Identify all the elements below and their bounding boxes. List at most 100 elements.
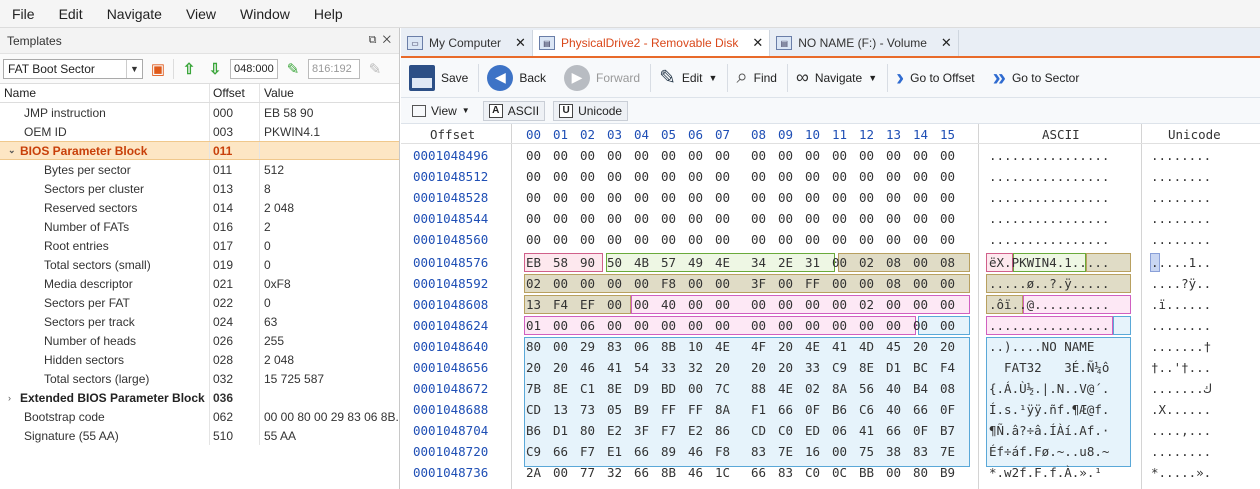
hex-byte[interactable]: CD — [751, 423, 766, 438]
hex-byte[interactable]: 00 — [913, 232, 928, 247]
hex-byte[interactable]: 83 — [751, 444, 766, 459]
template-row[interactable]: Root entries 017 0 — [0, 236, 399, 255]
row-offset[interactable]: 0001048704 — [413, 423, 488, 438]
hex-byte[interactable]: 06 — [580, 318, 595, 333]
hex-byte[interactable]: F7 — [661, 423, 676, 438]
hex-row[interactable]: 0001048528 00 00 00 00 00 00 00 00 00 00 00 00 00 00 00… — [401, 187, 1260, 208]
hex-byte[interactable]: 80 — [526, 339, 541, 354]
hex-byte[interactable]: F8 — [661, 276, 676, 291]
hex-byte[interactable]: 00 — [832, 297, 847, 312]
tab-my-computer[interactable]: ▭ My Computer ✕ — [401, 30, 533, 56]
ascii-text[interactable]: ..)....NO NAME — [989, 339, 1109, 354]
hex-byte[interactable]: 00 — [607, 190, 622, 205]
template-field-value[interactable]: 2 — [260, 217, 399, 236]
hex-byte[interactable]: 00 — [688, 318, 703, 333]
hex-byte[interactable]: 00 — [715, 190, 730, 205]
hex-byte[interactable]: 00 — [913, 169, 928, 184]
hex-byte[interactable]: 00 — [580, 211, 595, 226]
hex-byte[interactable]: 00 — [553, 211, 568, 226]
hex-row[interactable]: 0001048656 20 20 46 41 54 33 32 20 20 20 33 C9 8E D1 BC… — [401, 357, 1260, 378]
unicode-text[interactable]: .X...... — [1151, 402, 1211, 417]
hex-byte[interactable]: 00 — [607, 211, 622, 226]
hex-byte[interactable]: 1C — [715, 465, 730, 480]
hex-byte[interactable]: 73 — [580, 402, 595, 417]
hex-byte[interactable]: 00 — [553, 232, 568, 247]
hex-byte[interactable]: C9 — [526, 444, 541, 459]
hex-byte[interactable]: 00 — [805, 318, 820, 333]
template-field-value[interactable]: 0xF8 — [260, 274, 399, 293]
hex-byte[interactable]: 00 — [607, 148, 622, 163]
unicode-text[interactable]: ....?ÿ.. — [1151, 276, 1211, 291]
hex-byte[interactable]: 00 — [832, 190, 847, 205]
hex-byte[interactable]: 00 — [715, 148, 730, 163]
hex-byte[interactable]: F8 — [715, 444, 730, 459]
hex-byte[interactable]: 66 — [913, 402, 928, 417]
hex-byte[interactable]: EF — [580, 297, 595, 312]
hex-byte[interactable]: 00 — [886, 465, 901, 480]
row-offset[interactable]: 0001048608 — [413, 297, 488, 312]
template-field-value[interactable]: 255 — [260, 331, 399, 350]
hex-byte[interactable]: 00 — [553, 465, 568, 480]
hex-byte[interactable]: 20 — [526, 360, 541, 375]
hex-byte[interactable]: E2 — [688, 423, 703, 438]
hex-byte[interactable]: 2E — [778, 255, 793, 270]
hex-byte[interactable]: 00 — [886, 169, 901, 184]
ascii-text[interactable]: Í.s.¹ÿÿ.ñf.¶Æ@f. — [989, 402, 1109, 417]
ascii-text[interactable]: *.w2f.F.f.À.».¹ — [989, 465, 1102, 480]
hex-byte[interactable]: 00 — [751, 148, 766, 163]
hex-byte[interactable]: 00 — [715, 276, 730, 291]
hex-byte[interactable]: B9 — [634, 402, 649, 417]
ascii-text[interactable]: ................ — [989, 232, 1109, 247]
hex-byte[interactable]: 00 — [886, 232, 901, 247]
hex-byte[interactable]: 00 — [805, 297, 820, 312]
hex-byte[interactable]: 05 — [607, 402, 622, 417]
hex-byte[interactable]: 00 — [832, 255, 847, 270]
hex-byte[interactable]: 40 — [886, 402, 901, 417]
hex-byte[interactable]: 00 — [913, 190, 928, 205]
hex-byte[interactable]: 00 — [688, 211, 703, 226]
hex-byte[interactable]: 00 — [553, 276, 568, 291]
hex-byte[interactable]: E1 — [607, 444, 622, 459]
goto-offset-button[interactable]: › Go to Offset — [888, 60, 984, 96]
hex-byte[interactable]: F1 — [751, 402, 766, 417]
hex-byte[interactable]: 7B — [526, 381, 541, 396]
hex-byte[interactable]: CD — [526, 402, 541, 417]
hex-byte[interactable]: 00 — [580, 190, 595, 205]
row-offset[interactable]: 0001048720 — [413, 444, 488, 459]
hex-byte[interactable]: 00 — [715, 211, 730, 226]
hex-byte[interactable]: 00 — [715, 169, 730, 184]
template-row[interactable]: Hidden sectors 028 2 048 — [0, 350, 399, 369]
back-button[interactable]: ◀ Back — [479, 60, 556, 96]
template-row[interactable]: Number of heads 026 255 — [0, 331, 399, 350]
hex-byte[interactable]: 80 — [913, 465, 928, 480]
hex-byte[interactable]: 46 — [580, 360, 595, 375]
hex-byte[interactable]: F4 — [553, 297, 568, 312]
hex-row[interactable]: 0001048624 01 00 06 00 00 00 00 00 00 00 00 00 00 00 00… — [401, 315, 1260, 336]
hex-byte[interactable]: 00 — [778, 190, 793, 205]
hex-byte[interactable]: 20 — [778, 360, 793, 375]
hex-byte[interactable]: 75 — [859, 444, 874, 459]
hex-byte[interactable]: 4E — [715, 339, 730, 354]
unicode-text[interactable]: ........ — [1151, 148, 1211, 163]
hex-byte[interactable]: 00 — [805, 211, 820, 226]
hex-byte[interactable]: FF — [661, 402, 676, 417]
template-field-value[interactable]: 0 — [260, 293, 399, 312]
hex-byte[interactable]: 0F — [805, 402, 820, 417]
hex-byte[interactable]: 00 — [859, 232, 874, 247]
hex-byte[interactable]: 66 — [634, 444, 649, 459]
hex-row[interactable]: 0001048544 00 00 00 00 00 00 00 00 00 00 00 00 00 00 00… — [401, 208, 1260, 229]
goto-sector-button[interactable]: » Go to Sector — [985, 60, 1090, 96]
hex-byte[interactable]: 00 — [688, 232, 703, 247]
menu-window[interactable]: Window — [228, 6, 302, 22]
hex-byte[interactable]: 00 — [634, 276, 649, 291]
menu-help[interactable]: Help — [302, 6, 355, 22]
hex-byte[interactable]: 4F — [751, 339, 766, 354]
hex-byte[interactable]: 20 — [553, 360, 568, 375]
hex-view[interactable]: Offset 00 01 02 03 04 05 06 07 08 09 10 11 12 13 14 15 … — [401, 124, 1260, 489]
hex-byte[interactable]: 00 — [661, 169, 676, 184]
hex-byte[interactable]: 00 — [859, 169, 874, 184]
hex-byte[interactable]: BB — [859, 465, 874, 480]
template-row[interactable]: › Extended BIOS Parameter Block 036 — [0, 388, 399, 407]
hex-byte[interactable]: 00 — [778, 148, 793, 163]
hex-byte[interactable]: 00 — [940, 276, 955, 291]
